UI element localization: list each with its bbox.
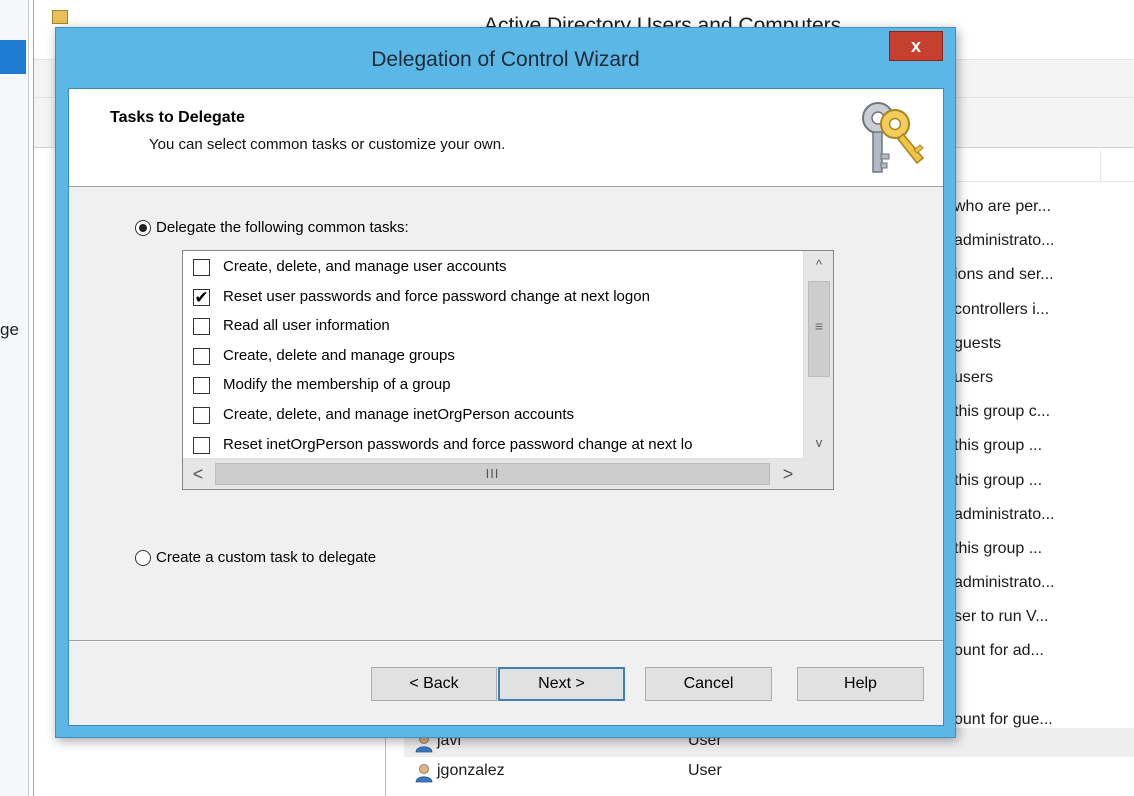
scroll-up-arrow-icon[interactable]: ^: [804, 251, 833, 279]
next-button[interactable]: Next >: [498, 667, 625, 701]
scroll-corner: [803, 458, 833, 489]
task-item[interactable]: Modify the membership of a group: [183, 371, 803, 401]
list-item[interactable]: ions and ser...: [954, 258, 1134, 292]
list-item[interactable]: this group ...: [954, 429, 1134, 463]
table-row[interactable]: jgonzalez User: [404, 758, 1134, 787]
task-label: Create, delete, and manage inetOrgPerson…: [223, 405, 575, 423]
vertical-scroll-thumb[interactable]: ≡: [808, 281, 830, 377]
keys-icon: [862, 102, 925, 173]
grip-icon: III: [485, 466, 500, 481]
horizontal-scroll-thumb[interactable]: III: [215, 463, 770, 485]
background-partial-text: ge: [0, 320, 19, 339]
horizontal-scrollbar[interactable]: < III >: [183, 458, 803, 489]
task-item[interactable]: ✔ Reset user passwords and force passwor…: [183, 283, 803, 313]
list-item[interactable]: [954, 669, 1134, 703]
task-item[interactable]: Create, delete, and manage inetOrgPerson…: [183, 401, 803, 431]
user-name: jgonzalez: [437, 762, 505, 779]
task-item[interactable]: Read all user information: [183, 312, 803, 342]
grip-icon: ≡: [814, 318, 824, 334]
close-button[interactable]: x: [889, 31, 943, 61]
wizard-header: Tasks to Delegate You can select common …: [69, 89, 943, 187]
radio-selected-icon: [135, 220, 151, 236]
list-item[interactable]: ount for ad...: [954, 634, 1134, 668]
radio-unselected-icon: [135, 550, 151, 566]
checkbox[interactable]: ✔: [193, 288, 210, 306]
scroll-left-arrow-icon[interactable]: <: [183, 459, 213, 489]
help-button[interactable]: Help: [797, 667, 924, 701]
task-label: Create, delete, and manage user accounts: [223, 258, 507, 275]
task-item[interactable]: Reset inetOrgPerson passwords and force …: [183, 431, 803, 461]
back-button[interactable]: < Back: [371, 667, 497, 701]
checkbox[interactable]: [193, 406, 210, 424]
task-label: Reset user passwords and force password …: [223, 287, 650, 305]
list-item[interactable]: administrato...: [954, 224, 1134, 258]
tasks-list[interactable]: Create, delete, and manage user accounts…: [182, 250, 834, 490]
background-selection-highlight: [0, 40, 26, 74]
scroll-down-arrow-icon[interactable]: v: [804, 429, 833, 457]
task-label: Create, delete and manage groups: [223, 346, 455, 364]
page-title: Tasks to Delegate: [110, 109, 245, 126]
radio-label: Create a custom task to delegate: [156, 549, 377, 566]
page-subtitle: You can select common tasks or customize…: [149, 136, 506, 153]
task-label: Reset inetOrgPerson passwords and force …: [223, 435, 693, 453]
list-item[interactable]: this group c...: [954, 395, 1134, 429]
list-item[interactable]: controllers i...: [954, 293, 1134, 327]
scroll-right-arrow-icon[interactable]: >: [773, 459, 803, 489]
dialog-title: Delegation of Control Wizard: [371, 48, 640, 71]
list-item[interactable]: this group ...: [954, 532, 1134, 566]
vertical-scrollbar[interactable]: ^ ≡ v: [803, 251, 833, 458]
checkbox[interactable]: [193, 436, 210, 454]
list-item[interactable]: who are per...: [954, 190, 1134, 224]
footer-separator: [69, 640, 943, 642]
list-item[interactable]: users: [954, 361, 1134, 395]
checkbox[interactable]: [193, 347, 210, 365]
description-column: who are per... administrato... ions and …: [954, 190, 1134, 737]
task-item[interactable]: Create, delete, and manage user accounts: [183, 253, 803, 283]
tasks-items: Create, delete, and manage user accounts…: [183, 253, 803, 460]
radio-label: Delegate the following common tasks:: [156, 219, 409, 236]
task-label: Modify the membership of a group: [223, 376, 451, 394]
folder-icon: [52, 10, 68, 24]
background-left-strip: [0, 0, 29, 796]
checkbox[interactable]: [193, 259, 210, 276]
checkbox[interactable]: [193, 377, 210, 395]
user-icon: [415, 764, 433, 783]
list-item[interactable]: guests: [954, 327, 1134, 361]
task-label: Read all user information: [223, 317, 390, 335]
list-item[interactable]: ser to run V...: [954, 600, 1134, 634]
list-item[interactable]: this group ...: [954, 464, 1134, 498]
dialog-client-area: Tasks to Delegate You can select common …: [68, 88, 944, 726]
cancel-button[interactable]: Cancel: [645, 667, 772, 701]
task-item[interactable]: Create, delete and manage groups: [183, 342, 803, 372]
delegation-wizard-dialog: Delegation of Control Wizard x Tasks to …: [55, 27, 956, 738]
column-divider: [1100, 150, 1101, 182]
user-type: User: [688, 762, 722, 779]
checkbox[interactable]: [193, 318, 210, 336]
list-item[interactable]: administrato...: [954, 498, 1134, 532]
list-item[interactable]: administrato...: [954, 566, 1134, 600]
